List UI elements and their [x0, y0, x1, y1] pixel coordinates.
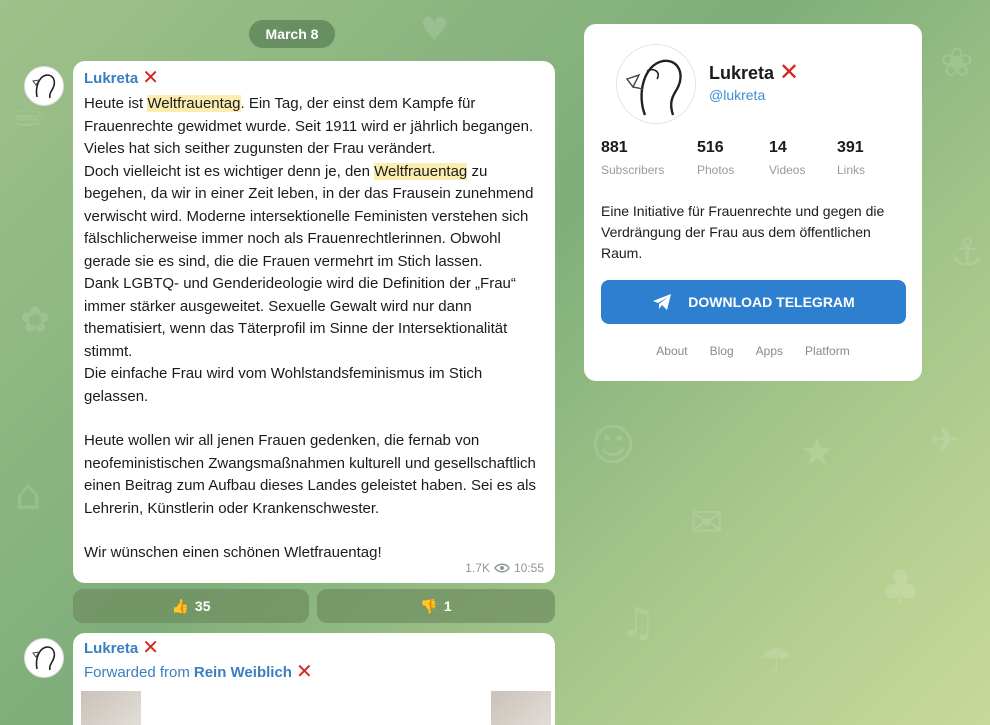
paragraph: Die einfache Frau wird vom Wohlstandsfem…	[84, 365, 483, 405]
stat-label: Subscribers	[601, 163, 665, 177]
stat-value: 516	[697, 139, 724, 156]
message-text: Heute ist Weltfrauentag. Ein Tag, der ei…	[84, 93, 544, 565]
author-name[interactable]: Lukreta	[84, 70, 138, 87]
channel-stats: 881 Subscribers 516 Photos 14 Videos 391…	[601, 139, 905, 201]
link-platform[interactable]: Platform	[805, 344, 850, 358]
message-meta: 1.7K 10:55	[465, 561, 544, 575]
channel-handle[interactable]: @lukreta	[709, 87, 765, 103]
message-author[interactable]: Lukreta ✕	[84, 638, 544, 658]
channel-avatar[interactable]	[616, 44, 696, 124]
forwarded-from[interactable]: Forwarded from Rein Weiblich ✕	[84, 662, 544, 682]
channel-title: Lukreta ✕	[709, 61, 799, 85]
reaction-thumbs-down[interactable]: 👎 1	[317, 589, 555, 623]
stat-value: 14	[769, 139, 787, 156]
stat-subscribers: 881 Subscribers	[601, 139, 697, 201]
stat-label: Videos	[769, 163, 806, 177]
channel-card: Lukreta ✕ @lukreta 881 Subscribers 516 P…	[584, 24, 922, 381]
stat-links[interactable]: 391 Links	[837, 139, 897, 201]
thumbs-up-icon: 👍	[171, 597, 189, 614]
red-x-icon: ✕	[142, 637, 159, 659]
stat-videos[interactable]: 14 Videos	[769, 139, 837, 201]
stat-value: 391	[837, 139, 864, 156]
message-author[interactable]: Lukreta ✕	[84, 67, 543, 89]
red-x-icon: ✕	[295, 661, 313, 683]
forwarded-prefix: Forwarded from	[84, 663, 190, 681]
text-segment: Heute ist	[84, 95, 148, 112]
stat-label: Photos	[697, 163, 735, 177]
link-apps[interactable]: Apps	[756, 344, 783, 358]
forwarded-source[interactable]: Rein Weiblich	[194, 664, 292, 681]
message-time: 10:55	[513, 561, 544, 575]
download-telegram-button[interactable]: DOWNLOAD TELEGRAM	[601, 280, 906, 324]
reaction-count: 1	[443, 598, 452, 614]
media-preview[interactable]	[491, 691, 551, 725]
channel-name: Lukreta	[709, 62, 775, 83]
telegram-plane-icon	[653, 294, 672, 310]
eye-icon	[494, 563, 510, 573]
channel-header: Lukreta ✕ @lukreta	[601, 24, 905, 139]
avatar[interactable]	[24, 638, 64, 678]
download-label: DOWNLOAD TELEGRAM	[688, 294, 855, 310]
message-bubble: Lukreta ✕ Forwarded from Rein Weiblich ✕	[73, 633, 555, 725]
reaction-thumbs-up[interactable]: 👍 35	[73, 589, 309, 623]
view-count: 1.7K	[465, 561, 490, 575]
avatar[interactable]	[24, 66, 64, 106]
highlighted-term: Weltfrauentag	[147, 95, 241, 112]
woman-profile-icon	[617, 45, 695, 123]
date-separator: March 8	[249, 20, 335, 48]
paragraph: Heute wollen wir all jenen Frauen gedenk…	[84, 432, 536, 517]
highlighted-term: Weltfrauentag	[374, 162, 468, 180]
stat-value: 881	[601, 139, 628, 156]
woman-profile-icon	[26, 68, 62, 104]
reaction-count: 35	[194, 598, 211, 614]
thumbs-down-icon: 👎	[420, 597, 438, 614]
date-label: March 8	[265, 26, 319, 42]
channel-description: Eine Initiative für Frauenrechte und geg…	[601, 203, 885, 261]
media-preview[interactable]	[81, 691, 141, 725]
text-segment: Doch vielleicht ist es wichtiger denn je…	[84, 162, 375, 180]
link-blog[interactable]: Blog	[710, 344, 734, 358]
red-x-icon: ✕	[142, 67, 159, 89]
footer-links: About Blog Apps Platform	[584, 344, 922, 358]
red-x-icon: ✕	[779, 59, 800, 86]
stat-photos[interactable]: 516 Photos	[697, 139, 769, 201]
stat-label: Links	[837, 163, 866, 177]
woman-profile-icon	[26, 640, 62, 676]
paragraph: Heute ist Weltfrauentag. Ein Tag, der ei…	[84, 93, 544, 161]
paragraph: Doch vielleicht ist es wichtiger denn je…	[84, 161, 544, 274]
message-bubble: Lukreta ✕ Heute ist Weltfrauentag. Ein T…	[73, 61, 555, 583]
paragraph: Dank LGBTQ- und Genderideologie wird die…	[84, 275, 516, 360]
link-about[interactable]: About	[656, 344, 687, 358]
author-name[interactable]: Lukreta	[84, 640, 138, 657]
